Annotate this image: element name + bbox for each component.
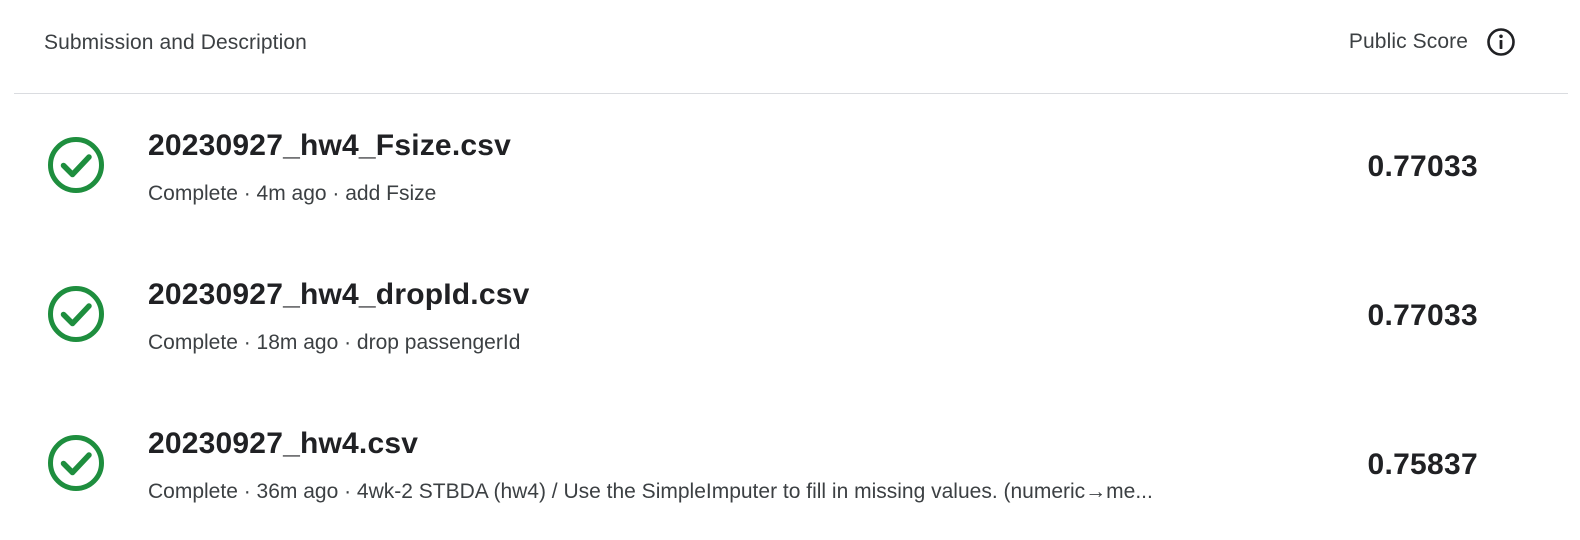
submission-meta: Complete · 36m ago · 4wk-2 STBDA (hw4) /… (148, 480, 1153, 503)
info-icon[interactable] (1486, 27, 1516, 57)
check-circle-icon (47, 285, 105, 343)
header-submission-description: Submission and Description (44, 31, 307, 54)
public-score: 0.77033 (1367, 299, 1478, 332)
submissions-table: Submission and Description Public Score … (0, 0, 1580, 540)
submission-meta: Complete · 18m ago · drop passengerId (148, 331, 521, 354)
public-score: 0.77033 (1367, 150, 1478, 183)
check-circle-icon (47, 434, 105, 492)
header-public-score-label: Public Score (1348, 30, 1468, 53)
table-row[interactable]: 20230927_hw4_dropId.csv Complete · 18m a… (14, 242, 1568, 391)
table-header: Submission and Description Public Score (14, 0, 1568, 94)
header-score: Public Score (1349, 27, 1516, 57)
submission-filename[interactable]: 20230927_hw4_dropId.csv (148, 278, 530, 312)
public-score: 0.75837 (1367, 448, 1478, 481)
submission-filename[interactable]: 20230927_hw4.csv (148, 427, 418, 461)
table-row[interactable]: 20230927_hw4.csv Complete · 36m ago · 4w… (14, 391, 1568, 540)
check-circle-icon (47, 136, 105, 194)
table-row[interactable]: 20230927_hw4_Fsize.csv Complete · 4m ago… (14, 93, 1568, 242)
submission-meta: Complete · 4m ago · add Fsize (148, 182, 437, 205)
submission-filename[interactable]: 20230927_hw4_Fsize.csv (148, 129, 511, 163)
